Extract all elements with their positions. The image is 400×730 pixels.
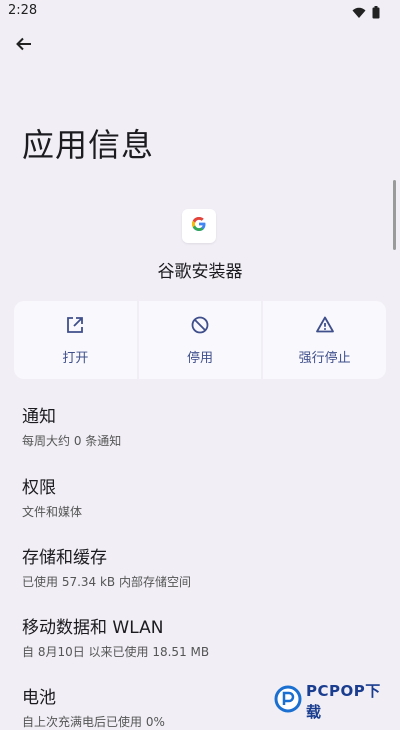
permissions-item[interactable]: 权限 文件和媒体 [22,473,382,520]
wifi-icon [352,4,366,23]
action-bar: 打开 停用 强行停止 [14,301,386,379]
item-subtitle: 已使用 57.34 kB 内部存储空间 [22,575,191,589]
status-icons [352,4,380,23]
app-name: 谷歌安装器 [157,262,243,282]
item-title: 权限 [22,478,56,498]
force-stop-label: 强行停止 [298,350,351,366]
watermark-text: PCPOP下载 [306,682,381,721]
data-usage-item[interactable]: 移动数据和 WLAN 自 8月10日 以来已使用 18.51 MB [22,613,382,660]
item-subtitle: 自 8月10日 以来已使用 18.51 MB [22,645,210,659]
notifications-item[interactable]: 通知 每周大约 0 条通知 [22,402,382,449]
disable-icon [190,315,210,339]
item-title: 通知 [22,407,56,427]
pcpop-logo-icon [274,685,302,717]
back-button[interactable] [12,34,36,58]
storage-item[interactable]: 存储和缓存 已使用 57.34 kB 内部存储空间 [22,543,382,590]
status-bar: 2:28 [0,0,400,24]
open-external-icon [65,315,85,339]
disable-label: 停用 [187,350,214,366]
force-stop-button[interactable]: 强行停止 [263,301,386,379]
warning-icon [315,315,335,339]
open-button[interactable]: 打开 [14,301,137,379]
item-subtitle: 文件和媒体 [22,505,83,519]
page-title: 应用信息 [22,126,155,164]
open-label: 打开 [62,350,89,366]
disable-button[interactable]: 停用 [138,301,262,379]
item-title: 存储和缓存 [22,548,107,568]
item-title: 移动数据和 WLAN [22,618,164,638]
google-g-icon [191,216,207,236]
watermark-logo: PCPOP下载 [274,682,396,721]
app-icon [182,209,216,243]
arrow-back-icon [15,35,33,57]
item-subtitle: 每周大约 0 条通知 [22,434,122,448]
battery-icon [372,4,380,23]
status-time: 2:28 [8,3,38,18]
scrollbar[interactable] [393,180,396,250]
